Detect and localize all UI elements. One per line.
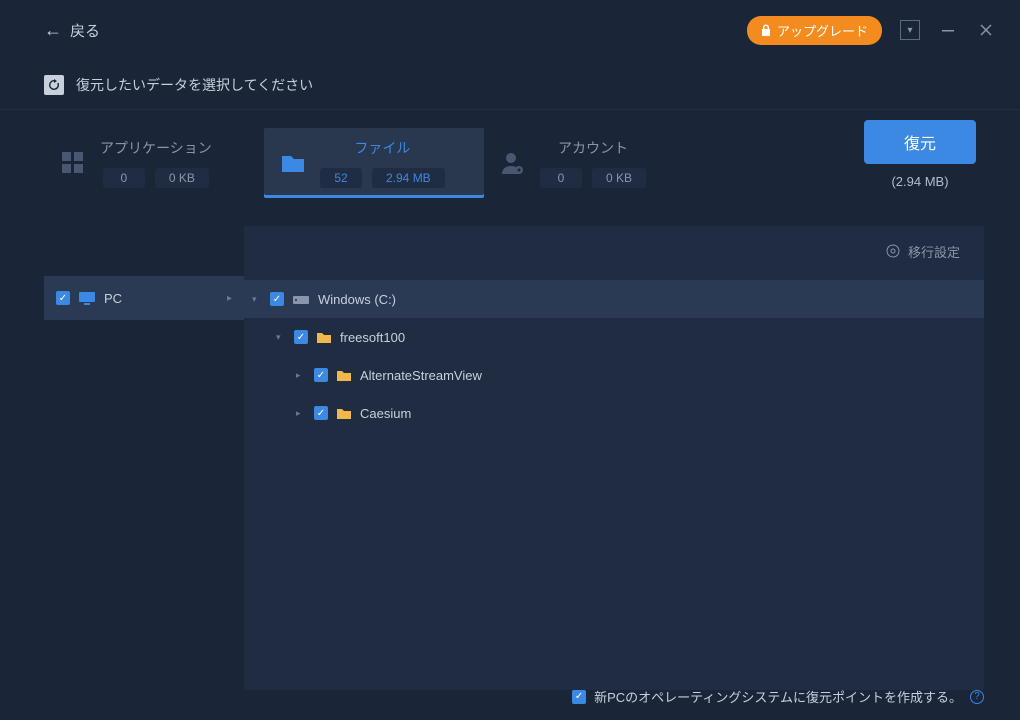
close-button[interactable] [976, 20, 996, 40]
category-files-title: ファイル [354, 138, 410, 158]
folder-icon [316, 330, 332, 344]
files-icon [280, 150, 306, 176]
refresh-icon [44, 75, 64, 95]
chevron-right-icon[interactable]: ▸ [296, 370, 306, 381]
tree-checkbox[interactable]: ✓ [294, 330, 308, 344]
category-apps[interactable]: アプリケーション 0 0 KB [44, 128, 264, 198]
restore-point-label: 新PCのオペレーティングシステムに復元ポイントを作成する。 [594, 687, 962, 706]
menu-dropdown-button[interactable]: ▾ [900, 20, 920, 40]
migration-settings-link[interactable]: 移行設定 [908, 242, 960, 261]
back-label: 戻る [70, 20, 100, 41]
back-button[interactable]: ← 戻る [44, 20, 100, 41]
chevron-down-icon[interactable]: ▾ [252, 294, 262, 305]
tree-row-folder[interactable]: ▸ ✓ Caesium [244, 394, 984, 432]
category-files-count: 52 [320, 168, 362, 188]
tree-label: Windows (C:) [318, 292, 396, 307]
sidebar-item-pc[interactable]: ✓ PC ▸ [44, 276, 244, 320]
total-size-label: (2.94 MB) [891, 174, 948, 189]
category-files-size: 2.94 MB [372, 168, 445, 188]
category-apps-size: 0 KB [155, 168, 209, 188]
chevron-down-icon[interactable]: ▾ [276, 332, 286, 343]
chevron-right-icon[interactable]: ▸ [296, 408, 306, 419]
tree-label: Caesium [360, 406, 411, 421]
restore-button[interactable]: 復元 [864, 120, 976, 164]
tree-checkbox[interactable]: ✓ [314, 406, 328, 420]
category-accounts-size: 0 KB [592, 168, 646, 188]
instruction-text: 復元したいデータを選択してください [76, 75, 313, 95]
sidebar-pc-label: PC [104, 291, 122, 306]
apps-icon [60, 150, 86, 176]
category-accounts-count: 0 [540, 168, 582, 188]
lock-icon [761, 24, 771, 36]
folder-icon [336, 368, 352, 382]
drive-icon [292, 292, 310, 306]
chevron-right-icon: ▸ [227, 293, 232, 304]
folder-icon [336, 406, 352, 420]
category-accounts-title: アカウント [558, 138, 628, 158]
tree-checkbox[interactable]: ✓ [314, 368, 328, 382]
tree-row-folder[interactable]: ▸ ✓ AlternateStreamView [244, 356, 984, 394]
gear-icon [886, 244, 900, 258]
pc-icon [78, 291, 96, 305]
accounts-icon [500, 150, 526, 176]
pc-checkbox[interactable]: ✓ [56, 291, 70, 305]
tree-row-drive-c[interactable]: ▾ ✓ Windows (C:) [244, 280, 984, 318]
category-apps-title: アプリケーション [100, 138, 212, 158]
restore-point-checkbox[interactable]: ✓ [572, 690, 586, 704]
upgrade-label: アップグレード [777, 21, 868, 40]
back-arrow-icon: ← [44, 20, 62, 41]
minimize-button[interactable] [938, 20, 958, 40]
category-accounts[interactable]: アカウント 0 0 KB [484, 128, 704, 198]
category-apps-count: 0 [103, 168, 145, 188]
tree-label: AlternateStreamView [360, 368, 482, 383]
tree-row-folder[interactable]: ▾ ✓ freesoft100 [244, 318, 984, 356]
tree-label: freesoft100 [340, 330, 405, 345]
upgrade-button[interactable]: アップグレード [747, 16, 882, 45]
category-files[interactable]: ファイル 52 2.94 MB [264, 128, 484, 198]
help-icon[interactable]: ? [970, 690, 984, 704]
tree-checkbox[interactable]: ✓ [270, 292, 284, 306]
